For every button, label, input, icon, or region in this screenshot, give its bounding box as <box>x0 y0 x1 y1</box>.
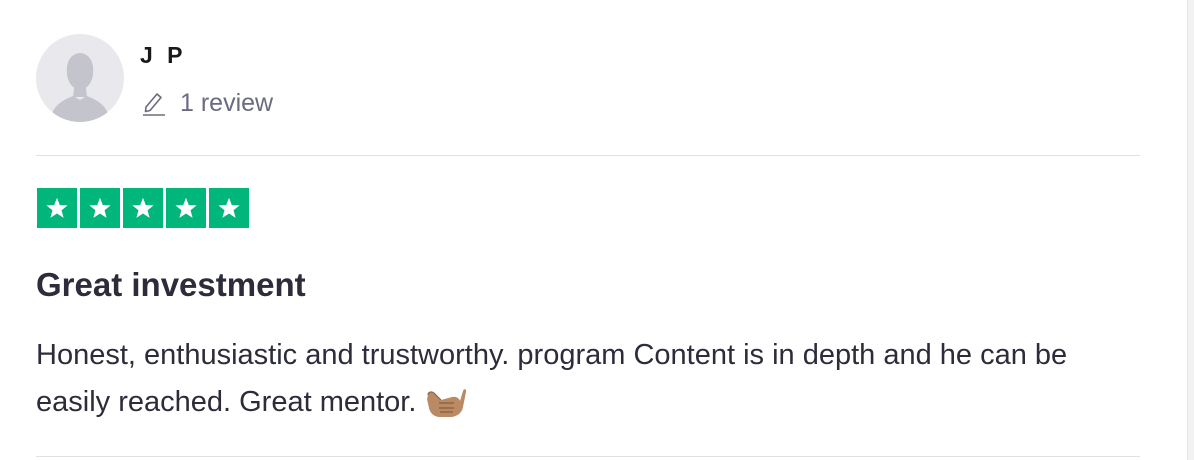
star-icon <box>123 188 163 228</box>
star-icon <box>166 188 206 228</box>
divider <box>36 155 1140 156</box>
avatar[interactable] <box>36 34 124 122</box>
star-icon <box>37 188 77 228</box>
review-title[interactable]: Great investment <box>36 266 306 304</box>
review-body-text: Honest, enthusiastic and trustworthy. pr… <box>36 339 1068 418</box>
divider <box>36 456 1140 457</box>
review-count: 1 review <box>180 88 274 117</box>
star-icon <box>209 188 249 228</box>
person-silhouette-icon <box>50 53 110 122</box>
review-text: Honest, enthusiastic and trustworthy. pr… <box>36 332 1136 426</box>
star-icon <box>80 188 120 228</box>
consumer-name[interactable]: J P <box>140 42 187 69</box>
star-rating <box>37 188 249 228</box>
call-me-hand-icon <box>427 389 467 417</box>
consumer-info: J P 1 review <box>36 34 1140 124</box>
review-count-link[interactable]: 1 review <box>142 88 273 118</box>
scrollbar-track[interactable] <box>1187 0 1194 460</box>
review-card: J P 1 review Great investment Honest, en… <box>36 0 1140 460</box>
pencil-icon <box>143 93 165 116</box>
